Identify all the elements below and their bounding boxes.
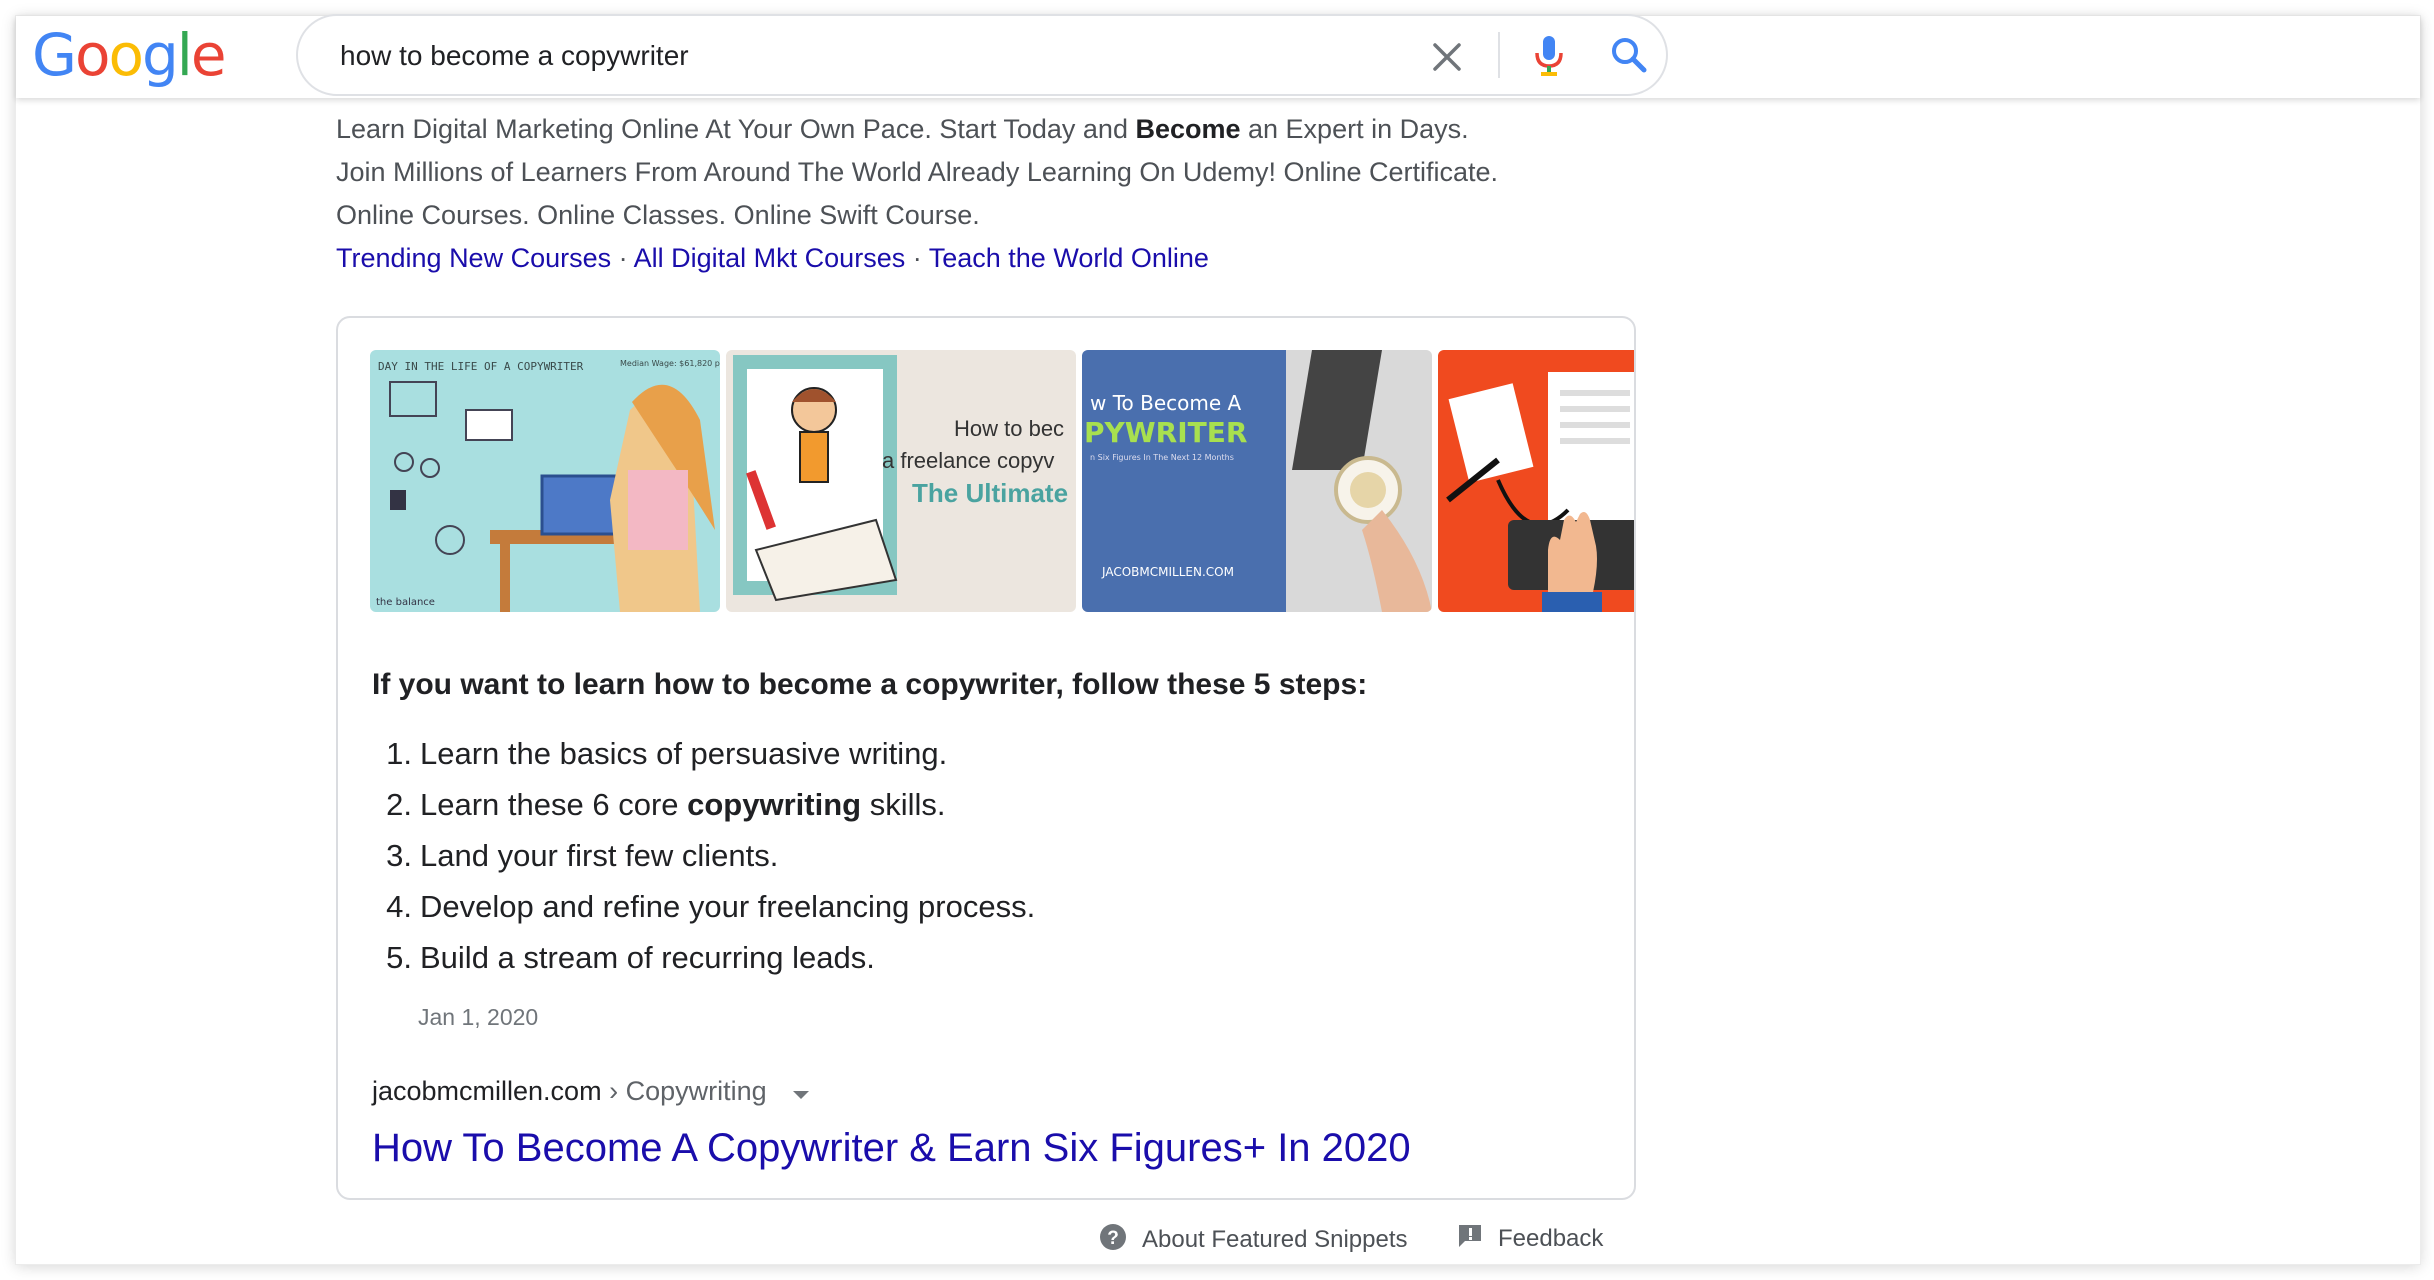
snippet-image-1[interactable]: DAY IN THE LIFE OF A COPYWRITER Median W… [370, 350, 720, 612]
search-input[interactable] [338, 30, 1342, 82]
list-item: 4. Develop and refine your freelancing pr… [372, 881, 1035, 932]
snippet-image-3[interactable]: w To Become A PYWRITER n Six Figures In … [1082, 350, 1432, 612]
featured-snippet-card: DAY IN THE LIFE OF A COPYWRITER Median W… [336, 316, 1636, 1200]
feedback-label: Feedback [1498, 1224, 1604, 1252]
snippet-date: Jan 1, 2020 [418, 1004, 539, 1030]
ad-line-1-text-end: an Expert in Days. [1240, 114, 1469, 144]
snippet-image-4[interactable] [1438, 350, 1634, 612]
ad-line-1-text: Learn Digital Marketing Online At Your O… [336, 114, 1136, 144]
steps-list: 1. Learn the basics of persuasive writing… [372, 728, 1035, 983]
image-3-line-2: PYWRITER [1084, 416, 1247, 449]
list-item: 3. Land your first few clients. [372, 830, 1035, 881]
image-1-footer: the balance [376, 597, 435, 608]
sitelink-separator: · [905, 243, 929, 273]
snippet-image-strip: DAY IN THE LIFE OF A COPYWRITER Median W… [370, 350, 1634, 612]
search-box [296, 14, 1668, 96]
step-number: 1. [386, 736, 412, 771]
list-item: 5. Build a stream of recurring leads. [372, 932, 1035, 983]
chevron-down-icon[interactable] [792, 1077, 810, 1108]
step-number: 3. [386, 838, 412, 873]
svg-text:?: ? [1107, 1228, 1119, 1249]
ad-description: Learn Digital Marketing Online At Your O… [336, 108, 1636, 280]
snippet-heading: If you want to learn how to become a cop… [372, 668, 1368, 701]
sitelink-separator: · [611, 243, 634, 273]
step-number: 4. [386, 889, 412, 924]
logo-letter: G [32, 21, 77, 89]
logo-letter: l [176, 21, 193, 89]
help-icon: ? [1098, 1222, 1128, 1259]
image-2-line-3: The Ultimate g [912, 478, 1076, 508]
about-snippets-label: About Featured Snippets [1142, 1225, 1408, 1253]
sitelink-teach-online[interactable]: Teach the World Online [929, 243, 1209, 273]
header-bar: Google [16, 14, 2420, 98]
step-text: Learn the basics of persuasive writing. [420, 736, 948, 771]
logo-letter: e [190, 21, 227, 89]
step-text: Land your first few clients. [420, 838, 779, 873]
sitelink-digital-mkt-courses[interactable]: All Digital Mkt Courses [634, 243, 906, 273]
browser-page: Google how to become a copywriter Learn … [16, 14, 2420, 1264]
step-text-end: skills. [861, 787, 946, 822]
list-item: 1. Learn the basics of persuasive writing… [372, 728, 1035, 779]
search-icon[interactable] [1604, 30, 1654, 80]
step-text: Develop and refine your freelancing proc… [420, 889, 1036, 924]
result-title-link[interactable]: How To Become A Copywriter & Earn Six Fi… [372, 1126, 1411, 1171]
feedback-link[interactable]: Feedback [1456, 1222, 1603, 1257]
ad-sitelinks: Trending New Courses · All Digital Mkt C… [336, 237, 1636, 280]
google-logo[interactable]: Google [32, 20, 227, 90]
image-2-line-2: a freelance copyv [882, 448, 1054, 473]
cite-breadcrumb: › Copywriting [601, 1076, 767, 1106]
ad-line-1-bold: Become [1135, 114, 1241, 144]
feedback-icon [1456, 1222, 1484, 1257]
step-number: 2. [386, 787, 412, 822]
step-bold: copywriting [687, 787, 862, 822]
ad-line-3: Online Courses. Online Classes. Online S… [336, 200, 980, 230]
image-3-line-3: n Six Figures In The Next 12 Months [1090, 453, 1234, 462]
result-cite[interactable]: jacobmcmillen.com › Copywriting [372, 1076, 810, 1108]
ad-line-1: Learn Digital Marketing Online At Your O… [336, 108, 1636, 151]
ad-line-2: Join Millions of Learners From Around Th… [336, 157, 1499, 187]
sitelink-trending-courses[interactable]: Trending New Courses [336, 243, 611, 273]
image-3-line-1: w To Become A [1090, 391, 1242, 415]
step-text: Learn these 6 core [420, 787, 688, 822]
step-number: 5. [386, 940, 412, 975]
image-2-line-1: How to bec [954, 416, 1064, 441]
list-item: 2. Learn these 6 core copywriting skills. [372, 779, 1035, 830]
logo-letter: g [141, 21, 179, 89]
image-1-sub: Median Wage: $61,820 per year [620, 359, 720, 368]
close-icon[interactable] [1422, 32, 1472, 82]
cite-domain: jacobmcmillen.com [372, 1076, 602, 1106]
image-3-footer: JACOBMCMILLEN.COM [1101, 565, 1234, 579]
search-divider [1498, 32, 1500, 78]
microphone-icon[interactable] [1524, 30, 1574, 80]
snippet-image-2[interactable]: How to bec a freelance copyv The Ultimat… [726, 350, 1076, 612]
image-1-caption: DAY IN THE LIFE OF A COPYWRITER [378, 360, 584, 373]
step-text: Build a stream of recurring leads. [420, 940, 875, 975]
about-featured-snippets[interactable]: ? About Featured Snippets [1098, 1222, 1408, 1259]
logo-letter: o [74, 21, 110, 89]
logo-letter: o [108, 21, 143, 89]
